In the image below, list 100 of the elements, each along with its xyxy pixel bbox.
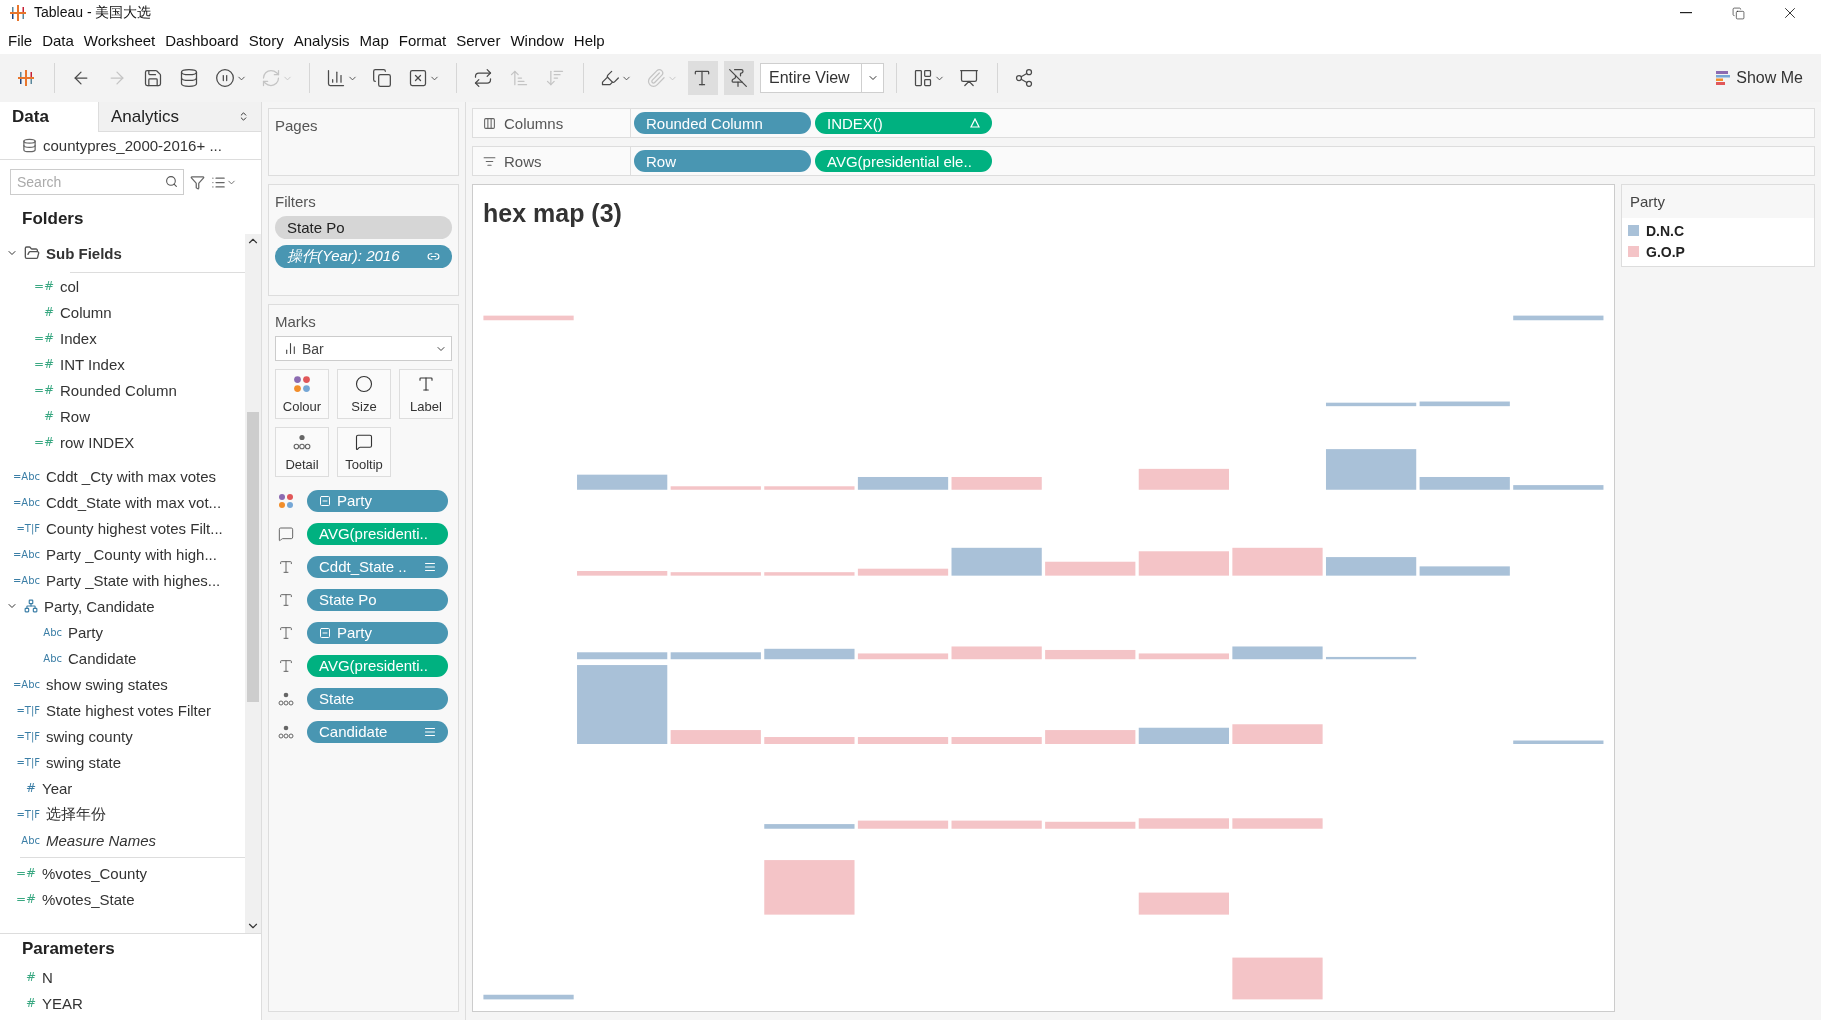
menu-item[interactable]: Format <box>394 29 451 51</box>
menu-item[interactable]: Dashboard <box>161 29 243 51</box>
database-icon <box>22 138 37 153</box>
field-name[interactable]: Candidate <box>68 649 137 667</box>
filter-pill[interactable]: State Po <box>275 216 452 239</box>
field-name[interactable]: 选择年份 <box>46 804 106 824</box>
field-type-icon: Abc <box>32 626 62 638</box>
field-type-icon: =# <box>32 331 54 345</box>
text-icon <box>278 558 294 575</box>
field-type-icon: =# <box>32 279 54 293</box>
show-me-button[interactable]: Show Me <box>1710 68 1809 88</box>
field-name[interactable]: Measure Names <box>46 831 157 849</box>
list-icon <box>211 174 226 190</box>
sort-icon <box>424 560 436 573</box>
field-name[interactable]: %votes_State <box>42 890 135 908</box>
marks-card-button[interactable]: Colour <box>275 369 329 419</box>
logo-icon <box>8 3 28 23</box>
marks-card-button[interactable]: Label <box>399 369 453 419</box>
field-name[interactable]: INT Index <box>60 355 125 373</box>
filters-title: Filters <box>275 193 317 210</box>
field-type-icon: =# <box>14 892 36 906</box>
field-name[interactable]: County highest votes Filt... <box>46 519 223 537</box>
view-options-button[interactable] <box>211 174 237 190</box>
columns-icon <box>483 116 496 130</box>
field-name[interactable]: swing state <box>46 753 122 771</box>
menu-item[interactable]: Window <box>506 29 568 51</box>
hierarchy-name[interactable]: Party, Candidate <box>44 597 155 615</box>
search-field[interactable]: Search <box>10 169 184 195</box>
marks-card-button[interactable]: Size <box>337 369 391 419</box>
filter-button[interactable] <box>190 174 205 190</box>
field-name[interactable]: Cddt_State with max vot... <box>46 493 222 511</box>
field-name[interactable]: Party _State with highes... <box>46 571 221 589</box>
field-type-icon: Abc <box>32 652 62 664</box>
shelf-label: Columns <box>504 114 564 132</box>
speech-bubble-icon <box>278 525 294 542</box>
menu-item[interactable]: Server <box>452 29 505 51</box>
filter-icon <box>190 174 205 190</box>
menu-item[interactable]: Map <box>355 29 393 51</box>
menu-item[interactable]: Data <box>38 29 78 51</box>
field-type-icon: =T|F <box>10 522 40 534</box>
legend-label[interactable]: G.O.P <box>1646 243 1685 260</box>
field-name[interactable]: Cddt _Cty with max votes <box>46 467 217 485</box>
text-icon <box>278 624 294 641</box>
field-type-icon: # <box>14 970 36 984</box>
bars-icon <box>1716 70 1731 86</box>
field-type-icon: # <box>32 305 54 319</box>
field-name[interactable]: Column <box>60 303 112 321</box>
field-type-icon: Abc <box>10 834 40 846</box>
detail-dots-icon <box>278 723 294 740</box>
pin-off-button[interactable] <box>724 61 754 95</box>
minimize-icon <box>1680 12 1692 14</box>
scrollbar[interactable] <box>245 234 261 933</box>
menu-item[interactable]: File <box>4 29 37 51</box>
color-dots-icon <box>278 492 294 509</box>
hierarchy-icon <box>24 599 38 613</box>
marks-card-button[interactable]: Tooltip <box>337 427 391 477</box>
marks-card-button[interactable]: Detail <box>275 427 329 477</box>
parameter-name[interactable]: N <box>42 968 53 986</box>
mark-type-dropdown[interactable]: Bar <box>275 336 452 361</box>
field-type-icon: =# <box>32 357 54 371</box>
menu-item[interactable]: Analysis <box>289 29 354 51</box>
text-icon <box>417 374 435 393</box>
triangle-icon <box>970 118 980 128</box>
field-type-icon: =T|F <box>10 808 40 820</box>
folder-name[interactable]: Sub Fields <box>46 244 122 262</box>
bar-chart-icon <box>284 342 297 355</box>
field-type-icon: =Abc <box>10 678 40 690</box>
field-name[interactable]: Party <box>68 623 103 641</box>
view-size-dropdown[interactable]: Entire View <box>760 63 884 93</box>
field-name[interactable]: Year <box>42 779 73 797</box>
search-icon <box>165 175 178 188</box>
field-name[interactable]: %votes_County <box>42 864 148 882</box>
field-name[interactable]: col <box>60 277 80 295</box>
field-type-icon: =T|F <box>10 704 40 716</box>
field-name[interactable]: show swing states <box>46 675 168 693</box>
parameters-heading: Parameters <box>21 938 116 960</box>
legend-label[interactable]: D.N.C <box>1646 222 1685 239</box>
field-name[interactable]: State highest votes Filter <box>46 701 212 719</box>
field-name[interactable]: Row <box>60 407 90 425</box>
rows-icon <box>483 154 496 168</box>
menu-item[interactable]: Worksheet <box>79 29 160 51</box>
field-name[interactable]: Party _County with high... <box>46 545 217 563</box>
field-type-icon: # <box>14 996 36 1010</box>
field-name[interactable]: swing county <box>46 727 133 745</box>
menu-item[interactable]: Help <box>569 29 609 51</box>
field-name[interactable]: row INDEX <box>60 433 135 451</box>
pane-tab[interactable]: Analytics <box>98 102 261 132</box>
menu-item[interactable]: Story <box>244 29 288 51</box>
datasource-name[interactable]: countypres_2000-2016+ ... <box>43 137 222 154</box>
field-type-icon: =# <box>32 435 54 449</box>
parameter-name[interactable]: YEAR <box>42 994 83 1012</box>
text-button[interactable] <box>688 61 718 95</box>
field-type-icon: =T|F <box>10 730 40 742</box>
folder-icon <box>24 245 40 261</box>
detail-dots-icon <box>293 432 311 451</box>
logo-icon <box>16 68 36 88</box>
field-name[interactable]: Rounded Column <box>60 381 177 399</box>
up-down-icon <box>238 111 249 122</box>
field-type-icon: =# <box>32 383 54 397</box>
field-name[interactable]: Index <box>60 329 97 347</box>
